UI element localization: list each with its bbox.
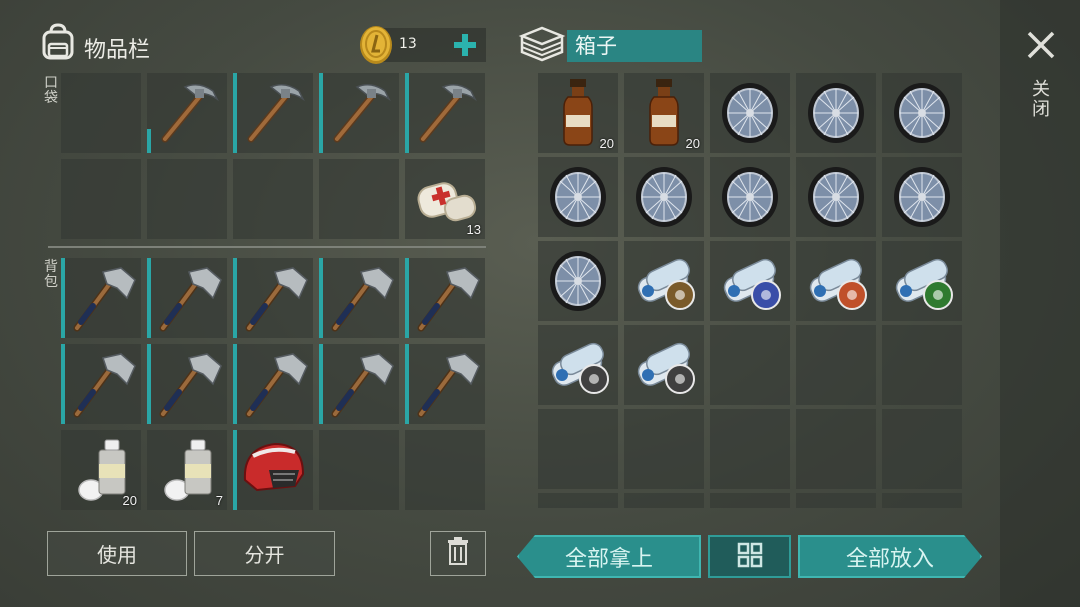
trash-icon [446, 536, 470, 571]
split-button[interactable]: 分开 [194, 531, 335, 576]
pocket-slot[interactable] [147, 159, 227, 239]
pocket-slot[interactable] [61, 73, 141, 153]
backpack-slot[interactable] [233, 344, 313, 424]
box-slot[interactable] [538, 157, 618, 237]
backpack-slot[interactable] [405, 430, 485, 510]
box-slot[interactable] [882, 325, 962, 405]
box-slot-partial [796, 493, 876, 508]
backpack-icon [38, 22, 78, 66]
backpack-slot[interactable] [319, 258, 399, 338]
backpack-slot[interactable] [319, 430, 399, 510]
box-slot[interactable] [624, 241, 704, 321]
backpack-slot[interactable] [405, 258, 485, 338]
pocket-slot[interactable] [233, 159, 313, 239]
pocket-label: 口袋 [44, 75, 58, 106]
box-slot[interactable] [710, 157, 790, 237]
backpack-slot[interactable]: 20 [61, 430, 141, 510]
inventory-title: 物品栏 [84, 38, 151, 63]
close-icon[interactable] [1026, 30, 1056, 64]
durability-bar [233, 430, 237, 510]
box-slot[interactable]: 20 [538, 73, 618, 153]
backpack-slot[interactable] [233, 430, 313, 510]
box-slot[interactable] [538, 241, 618, 321]
backpack-slot[interactable] [147, 258, 227, 338]
durability-bar [233, 344, 237, 424]
use-button[interactable]: 使用 [47, 531, 187, 576]
durability-bar [61, 258, 65, 338]
box-slot[interactable] [624, 157, 704, 237]
durability-bar [233, 73, 237, 153]
take-all-button[interactable]: 全部拿上 [517, 535, 701, 578]
box-panel: 箱子 20 20 [500, 0, 1000, 607]
box-slot[interactable] [624, 325, 704, 405]
durability-bar [319, 73, 323, 153]
backpack-slot[interactable] [319, 344, 399, 424]
pocket-slot[interactable]: 13 [405, 159, 485, 239]
item-count: 20 [685, 136, 700, 151]
durability-bar [147, 258, 151, 338]
inventory-panel: 物品栏 13 口袋 背包 13 20 7 使用 分开 [0, 0, 500, 607]
durability-bar [405, 258, 409, 338]
pocket-slot[interactable] [405, 73, 485, 153]
box-slot-partial [882, 493, 962, 508]
grid-toggle-button[interactable] [708, 535, 791, 578]
box-slot[interactable] [710, 325, 790, 405]
backpack-slot[interactable] [61, 258, 141, 338]
pocket-slot[interactable] [61, 159, 141, 239]
backpack-slot[interactable] [233, 258, 313, 338]
pocket-slot[interactable] [147, 73, 227, 153]
box-slot[interactable] [796, 73, 876, 153]
backpack-slot[interactable]: 7 [147, 430, 227, 510]
pocket-slot[interactable] [319, 73, 399, 153]
box-slot[interactable] [882, 73, 962, 153]
box-slot[interactable] [710, 241, 790, 321]
box-slot[interactable] [882, 409, 962, 489]
box-slot[interactable]: 20 [624, 73, 704, 153]
item-count: 20 [122, 493, 137, 508]
box-slot[interactable] [710, 409, 790, 489]
coin-icon [356, 24, 396, 70]
box-slot[interactable] [796, 241, 876, 321]
durability-bar [319, 344, 323, 424]
close-label[interactable]: 关闭 [1031, 80, 1051, 120]
box-slot[interactable] [796, 157, 876, 237]
durability-bar [147, 129, 151, 153]
box-slot-partial [710, 493, 790, 508]
box-slot-partial [624, 493, 704, 508]
pocket-slot[interactable] [319, 159, 399, 239]
durability-bar [405, 73, 409, 153]
box-icon [518, 24, 566, 68]
box-slot[interactable] [538, 409, 618, 489]
box-slot[interactable] [538, 325, 618, 405]
durability-bar [319, 258, 323, 338]
durability-bar [61, 344, 65, 424]
section-divider [48, 246, 486, 248]
item-count: 7 [215, 493, 223, 508]
backpack-slot[interactable] [405, 344, 485, 424]
durability-bar [233, 258, 237, 338]
coin-count: 13 [399, 36, 417, 52]
backpack-slot[interactable] [147, 344, 227, 424]
item-count: 20 [599, 136, 614, 151]
box-slot-partial [538, 493, 618, 508]
box-slot[interactable] [882, 157, 962, 237]
box-slot[interactable] [882, 241, 962, 321]
durability-bar [405, 344, 409, 424]
grid-icon [737, 542, 763, 572]
add-coins-button[interactable] [452, 30, 478, 64]
box-title[interactable]: 箱子 [567, 30, 702, 62]
item-count: 13 [466, 222, 481, 237]
backpack-label: 背包 [44, 259, 58, 290]
put-all-button[interactable]: 全部放入 [798, 535, 982, 578]
backpack-slot[interactable] [61, 344, 141, 424]
box-slot[interactable] [796, 409, 876, 489]
trash-button[interactable] [430, 531, 486, 576]
box-slot[interactable] [624, 409, 704, 489]
durability-bar [147, 344, 151, 424]
box-slot[interactable] [796, 325, 876, 405]
pocket-slot[interactable] [233, 73, 313, 153]
box-slot[interactable] [710, 73, 790, 153]
